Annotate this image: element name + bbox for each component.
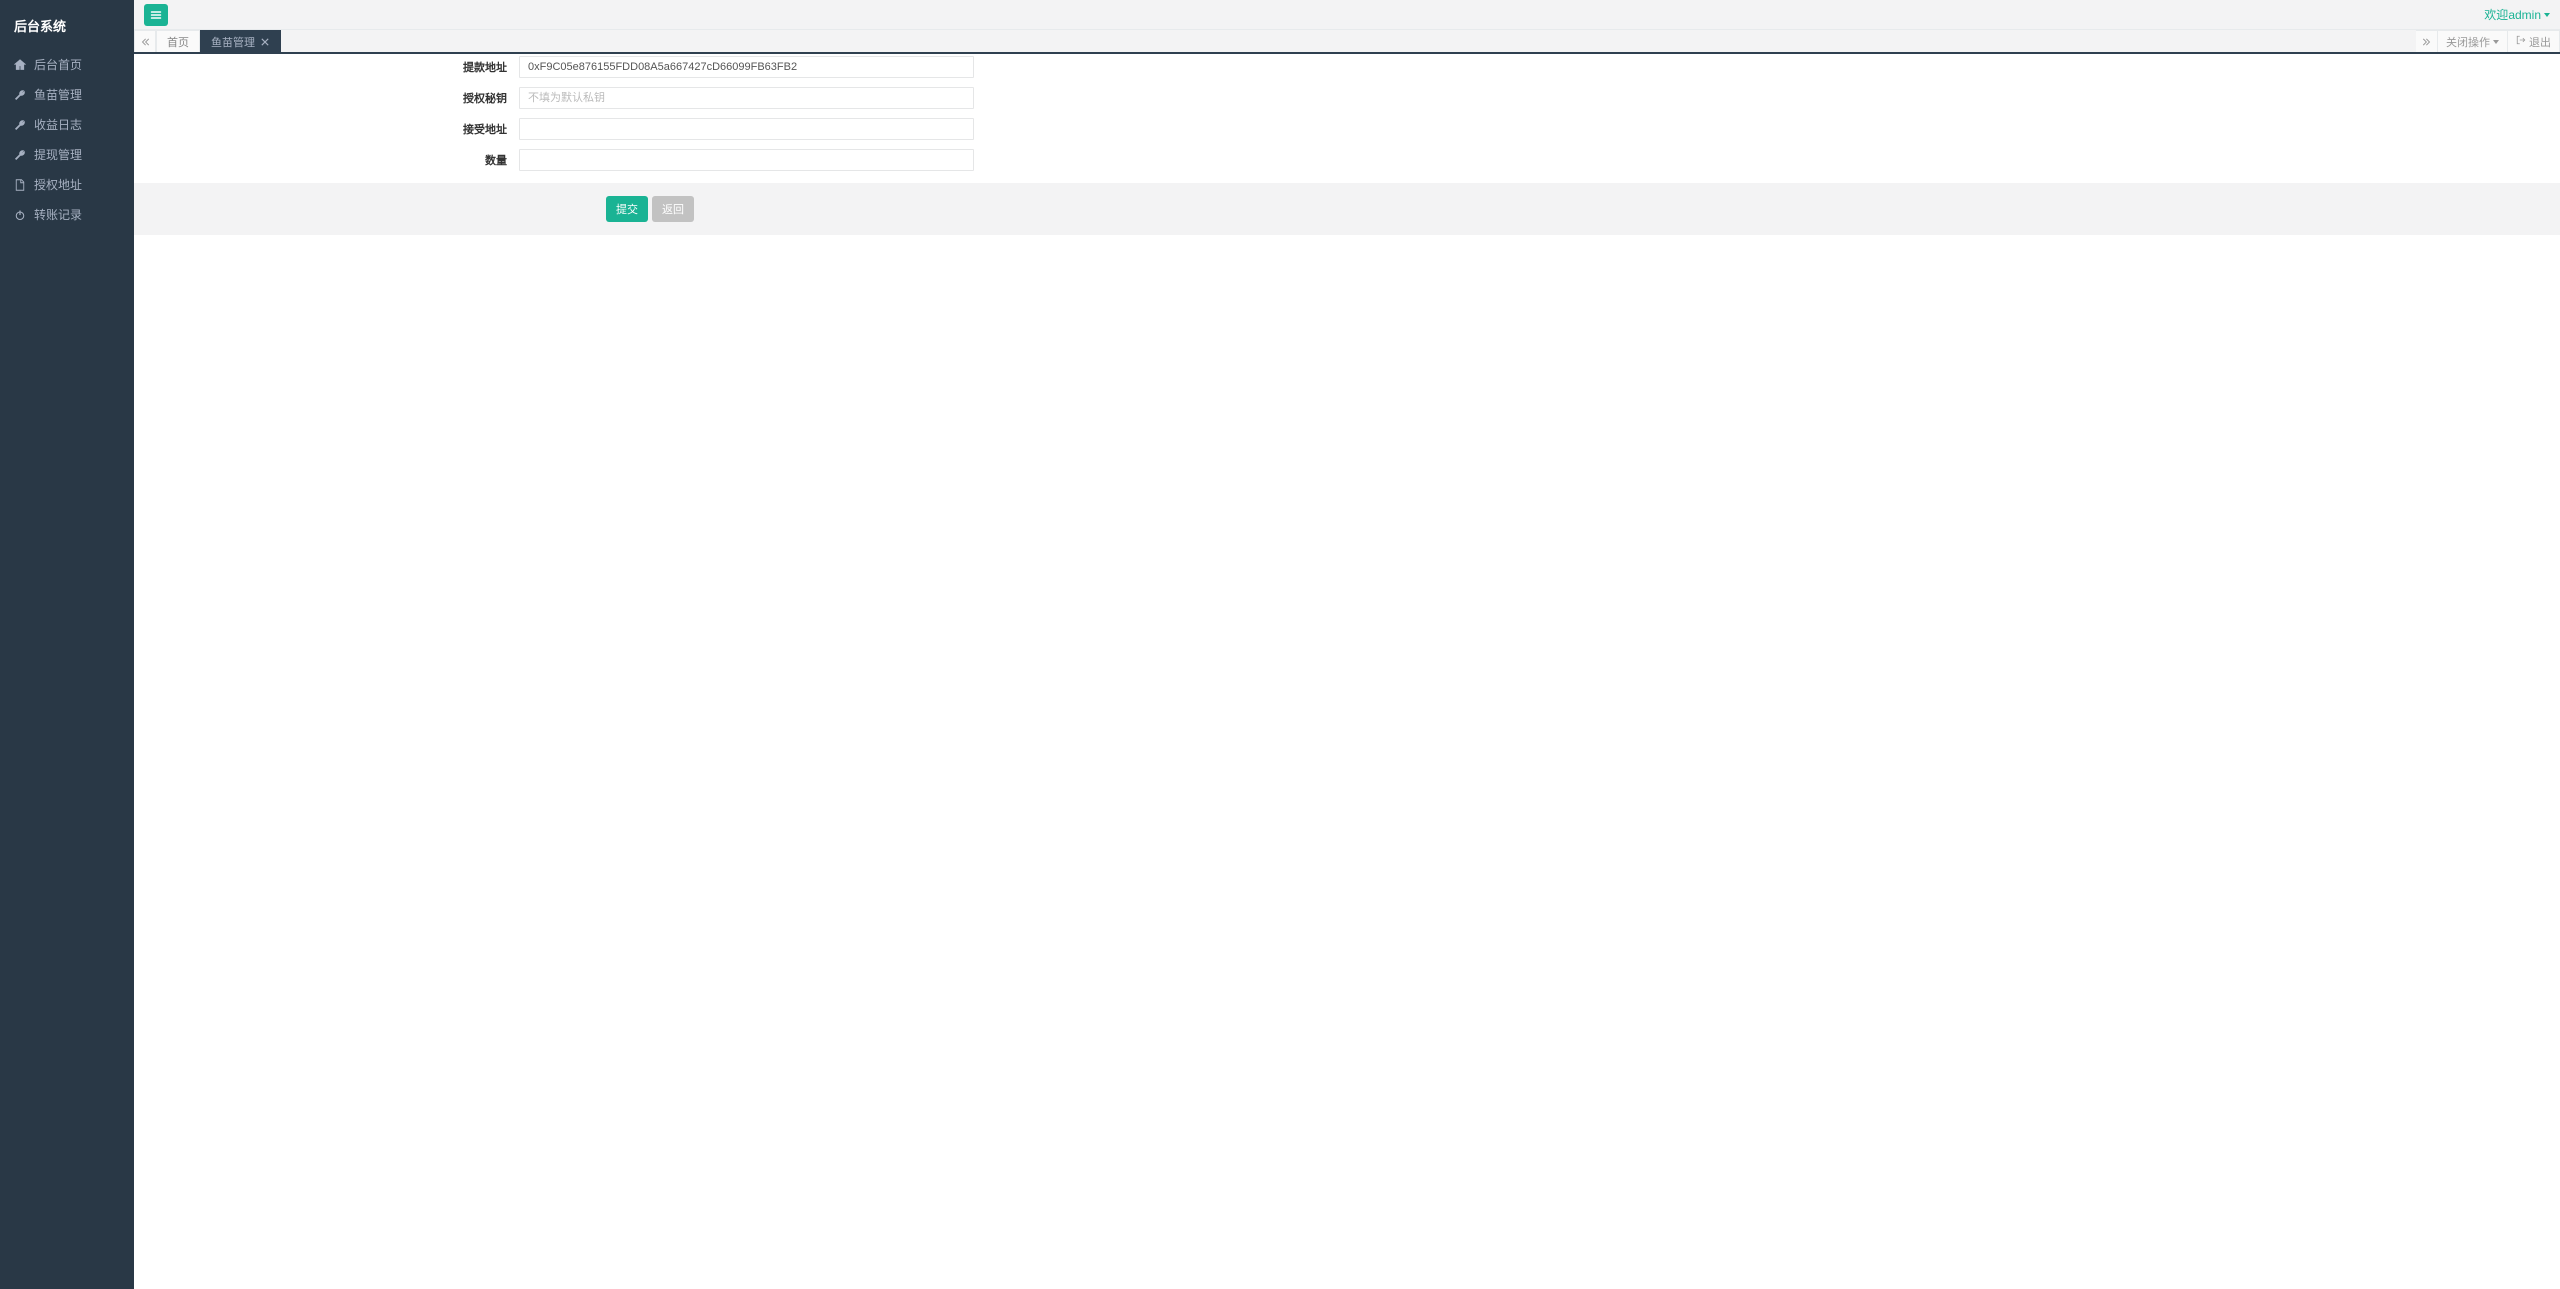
- sidebar-item-label: 后台首页: [34, 58, 82, 72]
- username: admin: [2508, 8, 2541, 22]
- sidebar-item-profit-log[interactable]: 收益日志: [0, 110, 134, 140]
- welcome-prefix: 欢迎: [2484, 6, 2508, 23]
- sidebar-item-auth-address[interactable]: 授权地址: [0, 170, 134, 200]
- content: 提款地址 授权秘钥 接受地址 数量: [134, 54, 2560, 1289]
- form-row-amount: 数量: [134, 149, 974, 171]
- field-label: 授权秘钥: [134, 90, 519, 106]
- exit-button[interactable]: 退出: [2508, 30, 2560, 52]
- tab-fish-active[interactable]: 鱼苗管理: [200, 30, 281, 52]
- amount-input[interactable]: [519, 149, 974, 171]
- close-icon[interactable]: [260, 37, 270, 47]
- field-label: 数量: [134, 152, 519, 168]
- form-row-receive-address: 接受地址: [134, 118, 974, 140]
- tab-label: 首页: [167, 34, 189, 50]
- close-ops-menu[interactable]: 关闭操作: [2438, 30, 2508, 52]
- auth-key-input[interactable]: [519, 87, 974, 109]
- wrench-icon: [14, 89, 26, 101]
- sidebar-item-transfer-log[interactable]: 转账记录: [0, 200, 134, 230]
- sidebar-item-label: 转账记录: [34, 208, 82, 222]
- topbar: 欢迎 admin: [134, 0, 2560, 30]
- main-area: 欢迎 admin 首页 鱼苗管理 关闭操作: [134, 0, 2560, 1289]
- close-ops-label: 关闭操作: [2446, 34, 2490, 50]
- tab-label: 鱼苗管理: [211, 34, 255, 50]
- document-icon: [14, 179, 26, 191]
- field-label: 提款地址: [134, 59, 519, 75]
- power-icon: [14, 209, 26, 221]
- tab-scroll-left-button[interactable]: [134, 30, 156, 52]
- sidebar-nav: 后台首页 鱼苗管理 收益日志 提现管理 授权地址: [0, 50, 134, 230]
- exit-label: 退出: [2529, 34, 2551, 50]
- sidebar-item-fish[interactable]: 鱼苗管理: [0, 80, 134, 110]
- withdraw-address-input[interactable]: [519, 56, 974, 78]
- home-icon: [14, 59, 26, 71]
- sidebar-item-dashboard[interactable]: 后台首页: [0, 50, 134, 80]
- sidebar-item-label: 授权地址: [34, 178, 82, 192]
- toggle-sidebar-button[interactable]: [144, 4, 168, 26]
- sidebar: 后台系统 后台首页 鱼苗管理 收益日志 提现管理: [0, 0, 134, 1289]
- wrench-icon: [14, 149, 26, 161]
- tab-home[interactable]: 首页: [156, 30, 200, 52]
- user-menu[interactable]: 欢迎 admin: [2484, 6, 2550, 23]
- form-row-withdraw-address: 提款地址: [134, 56, 974, 78]
- form: 提款地址 授权秘钥 接受地址 数量: [134, 54, 2560, 235]
- tabbar: 首页 鱼苗管理 关闭操作 退出: [134, 30, 2560, 54]
- wrench-icon: [14, 119, 26, 131]
- sidebar-item-withdraw[interactable]: 提现管理: [0, 140, 134, 170]
- sidebar-item-label: 收益日志: [34, 118, 82, 132]
- caret-down-icon: [2544, 13, 2550, 17]
- sidebar-item-label: 提现管理: [34, 148, 82, 162]
- form-actions: 提交 返回: [134, 183, 2560, 235]
- form-row-auth-key: 授权秘钥: [134, 87, 974, 109]
- tab-scroll-right-button[interactable]: [2416, 30, 2438, 52]
- field-label: 接受地址: [134, 121, 519, 137]
- back-button[interactable]: 返回: [652, 196, 694, 222]
- logout-icon: [2516, 35, 2526, 48]
- caret-down-icon: [2493, 40, 2499, 44]
- brand-title: 后台系统: [0, 0, 134, 50]
- sidebar-item-label: 鱼苗管理: [34, 88, 82, 102]
- submit-button[interactable]: 提交: [606, 196, 648, 222]
- receive-address-input[interactable]: [519, 118, 974, 140]
